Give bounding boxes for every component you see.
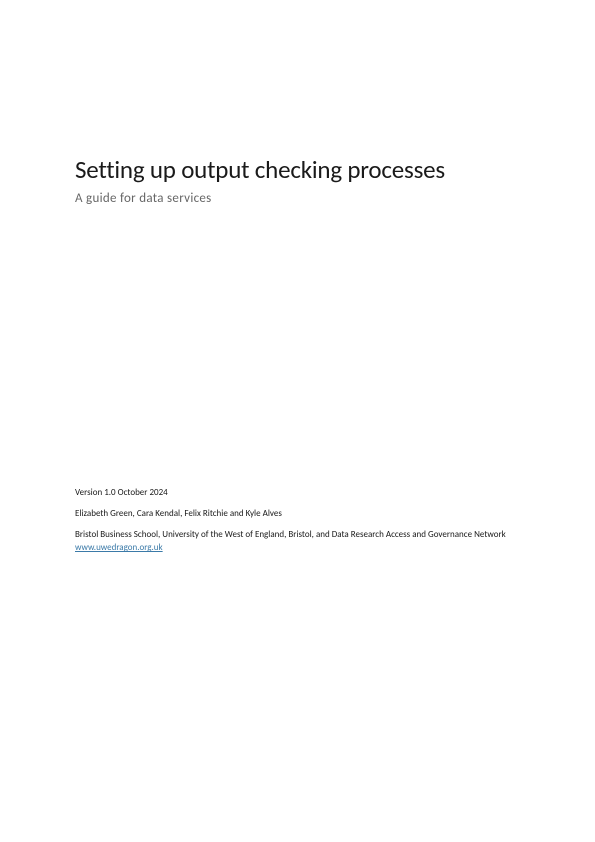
authors-line: Elizabeth Green, Cara Kendal, Felix Ritc…: [75, 508, 520, 521]
affiliation-line: Bristol Business School, University of t…: [75, 528, 520, 554]
meta-block: Version 1.0 October 2024 Elizabeth Green…: [75, 487, 520, 554]
affiliation-text: Bristol Business School, University of t…: [75, 529, 506, 540]
version-line: Version 1.0 October 2024: [75, 487, 520, 500]
document-subtitle: A guide for data services: [75, 191, 520, 206]
network-link[interactable]: www.uwedragon.org.uk: [75, 542, 163, 553]
document-title: Setting up output checking processes: [75, 155, 520, 185]
